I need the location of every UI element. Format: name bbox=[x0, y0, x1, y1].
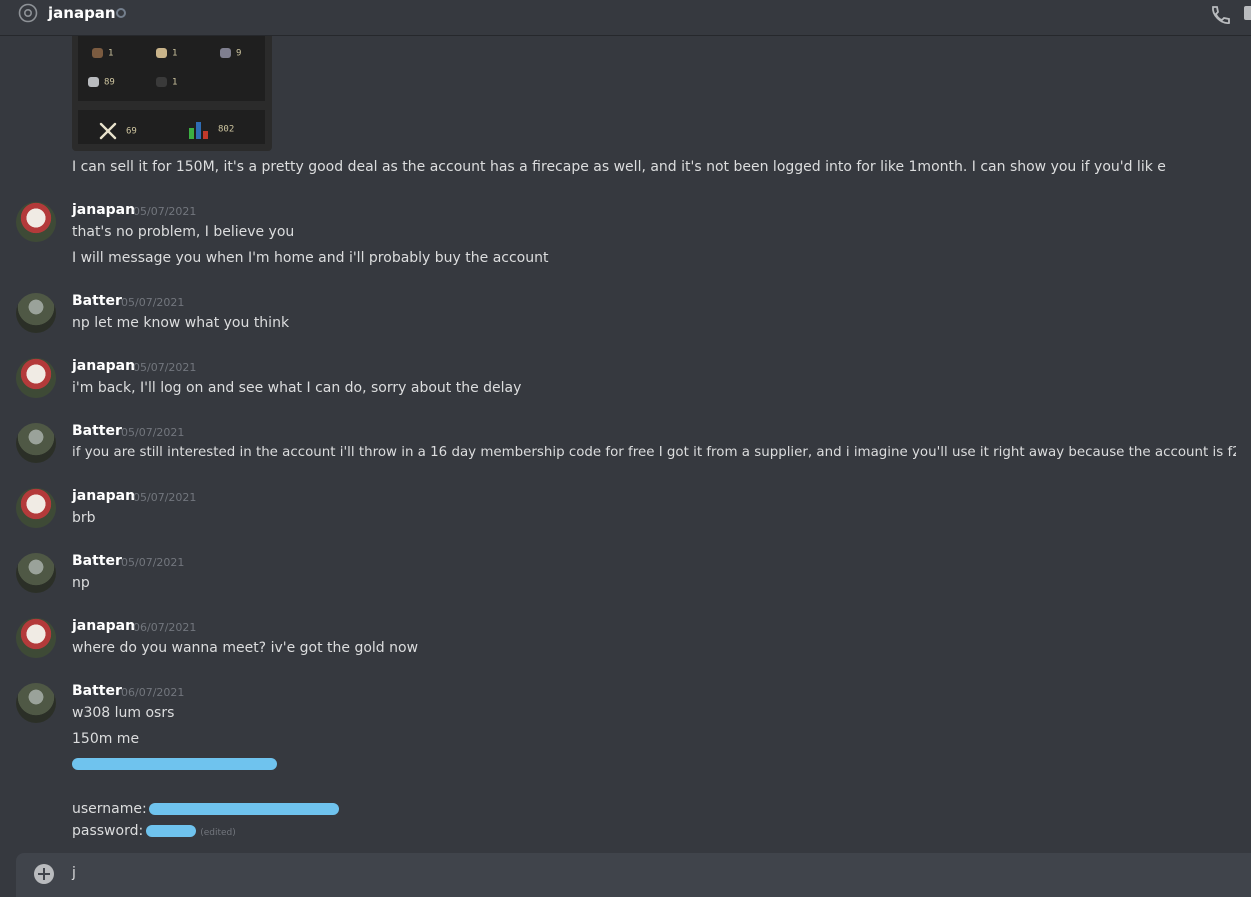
message-text: brb bbox=[72, 510, 96, 526]
attack-stat-icon bbox=[92, 48, 103, 58]
edited-marker: (edited) bbox=[200, 828, 236, 838]
account-stats-image[interactable]: 1 1 9 89 1 69 802 bbox=[72, 36, 272, 151]
message-text: if you are still interested in the accou… bbox=[72, 445, 1236, 460]
avatar[interactable] bbox=[16, 293, 56, 333]
redaction-scribble bbox=[72, 758, 277, 770]
redaction-scribble bbox=[148, 803, 339, 815]
message-timestamp: 05/07/2021 bbox=[121, 556, 185, 569]
members-icon[interactable] bbox=[1244, 6, 1251, 20]
message-author[interactable]: janapan bbox=[72, 618, 135, 634]
prayer-stat-icon bbox=[156, 77, 167, 87]
avatar[interactable] bbox=[16, 683, 56, 723]
stat-prayer: 1 bbox=[156, 77, 177, 88]
swords-icon bbox=[99, 122, 117, 140]
message-list: 1 1 9 89 1 69 802 I can sell it for 150M… bbox=[0, 36, 1236, 852]
message-text: i'm back, I'll log on and see what I can… bbox=[72, 380, 522, 396]
message-timestamp: 05/07/2021 bbox=[133, 491, 197, 504]
avatar[interactable] bbox=[16, 553, 56, 593]
message-timestamp: 05/07/2021 bbox=[121, 426, 185, 439]
strength-stat-icon bbox=[156, 48, 167, 58]
message-author[interactable]: janapan bbox=[72, 358, 135, 374]
message-timestamp: 05/07/2021 bbox=[121, 296, 185, 309]
skills-panel bbox=[78, 36, 265, 101]
message-input[interactable]: j bbox=[16, 853, 1251, 897]
avatar[interactable] bbox=[16, 488, 56, 528]
message-timestamp: 06/07/2021 bbox=[121, 686, 185, 699]
message-author[interactable]: Batter bbox=[72, 423, 122, 439]
avatar[interactable] bbox=[16, 358, 56, 398]
message-input-text[interactable]: j bbox=[72, 865, 76, 881]
message-author[interactable]: Batter bbox=[72, 553, 122, 569]
stat-combat: 69 bbox=[98, 121, 137, 141]
redaction-scribble bbox=[146, 825, 197, 837]
message-text: password: (edited) bbox=[72, 823, 236, 839]
ranged-stat-icon bbox=[88, 77, 99, 87]
message-text: I can sell it for 150M, it's a pretty go… bbox=[72, 159, 1166, 175]
message-text: w308 lum osrs bbox=[72, 705, 175, 721]
plus-icon[interactable] bbox=[34, 864, 54, 884]
message-author[interactable]: janapan bbox=[72, 488, 135, 504]
message-timestamp: 05/07/2021 bbox=[133, 361, 197, 374]
message-timestamp: 05/07/2021 bbox=[133, 205, 197, 218]
message-text: 150m me bbox=[72, 731, 140, 747]
channel-header: janapan bbox=[0, 0, 1251, 36]
redacted-code bbox=[72, 756, 277, 772]
message-timestamp: 06/07/2021 bbox=[133, 621, 197, 634]
message-text: I will message you when I'm home and i'l… bbox=[72, 250, 549, 266]
message-author[interactable]: Batter bbox=[72, 683, 122, 699]
avatar[interactable] bbox=[16, 423, 56, 463]
stat-defence: 9 bbox=[220, 48, 241, 59]
stats-icon bbox=[189, 122, 208, 139]
message-author[interactable]: janapan bbox=[72, 202, 135, 218]
stat-strength: 1 bbox=[156, 48, 177, 59]
status-dot-icon bbox=[116, 8, 126, 18]
avatar[interactable] bbox=[16, 618, 56, 658]
at-sign-icon bbox=[18, 3, 38, 23]
message-text: username: bbox=[72, 801, 339, 817]
message-text: that's no problem, I believe you bbox=[72, 224, 295, 240]
stat-ranged: 89 bbox=[88, 77, 115, 88]
call-icon[interactable] bbox=[1209, 4, 1231, 26]
message-text: np bbox=[72, 575, 90, 591]
channel-title: janapan bbox=[48, 4, 116, 22]
message-author[interactable]: Batter bbox=[72, 293, 122, 309]
message-text: where do you wanna meet? iv'e got the go… bbox=[72, 640, 419, 656]
defence-stat-icon bbox=[220, 48, 231, 58]
stat-attack: 1 bbox=[92, 48, 113, 59]
stat-total: 802 bbox=[188, 119, 234, 139]
message-text: np let me know what you think bbox=[72, 315, 290, 331]
avatar[interactable] bbox=[16, 202, 56, 242]
